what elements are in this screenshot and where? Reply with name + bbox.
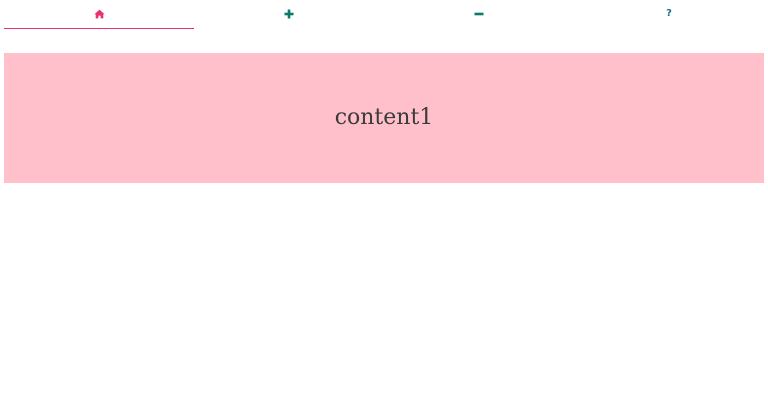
tab-bar: ? — [4, 0, 764, 30]
plus-icon — [283, 8, 295, 20]
help-icon: ? — [666, 8, 672, 19]
tab-help[interactable]: ? — [574, 0, 764, 30]
minus-icon — [473, 8, 485, 20]
tab-add[interactable] — [194, 0, 384, 30]
tab-remove[interactable] — [384, 0, 574, 30]
home-icon — [93, 8, 105, 20]
tab-home[interactable] — [4, 0, 194, 30]
content-panel: content1 — [4, 53, 764, 183]
content-text: content1 — [334, 104, 434, 130]
